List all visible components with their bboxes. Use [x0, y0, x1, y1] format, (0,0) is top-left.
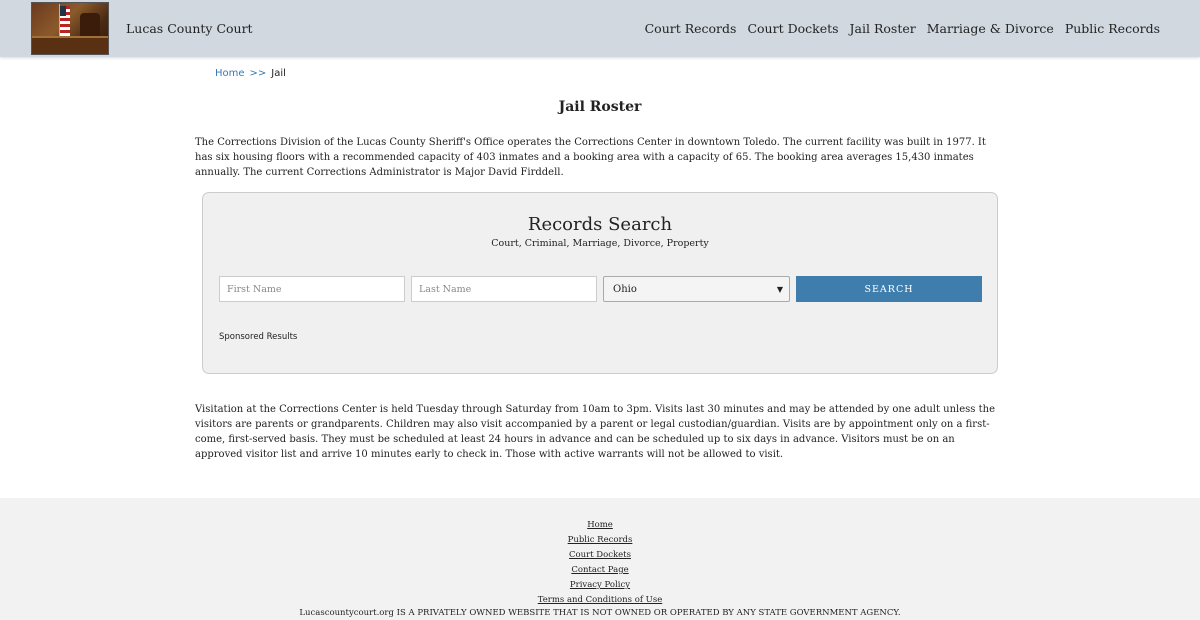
site-title[interactable]: Lucas County Court	[126, 21, 253, 36]
sponsored-results-label: Sponsored Results	[219, 332, 298, 342]
main-nav: Court Records Court Dockets Jail Roster …	[634, 0, 1160, 57]
site-footer: Home Public Records Court Dockets Contac…	[0, 498, 1200, 620]
footer-link-court-dockets[interactable]: Court Dockets	[0, 548, 1200, 563]
state-select-value: Ohio	[613, 283, 637, 295]
visitation-paragraph: Visitation at the Corrections Center is …	[195, 404, 995, 460]
footer-link-terms[interactable]: Terms and Conditions of Use	[0, 593, 1200, 608]
footer-links: Home Public Records Court Dockets Contac…	[0, 518, 1200, 608]
footer-link-public-records[interactable]: Public Records	[0, 533, 1200, 548]
breadcrumb-current: Jail	[271, 68, 286, 79]
footer-disclaimer: Lucascountycourt.org IS A PRIVATELY OWNE…	[299, 608, 901, 618]
footer-link-privacy[interactable]: Privacy Policy	[0, 578, 1200, 593]
breadcrumb: Home >> Jail	[215, 68, 286, 79]
courtroom-logo-image[interactable]	[31, 2, 109, 55]
first-name-input[interactable]	[219, 276, 405, 302]
intro-paragraph: The Corrections Division of the Lucas Co…	[195, 137, 986, 178]
footer-link-home[interactable]: Home	[0, 518, 1200, 533]
footer-link-contact[interactable]: Contact Page	[0, 563, 1200, 578]
site-header: Lucas County Court Court Records Court D…	[0, 0, 1200, 57]
search-title: Records Search	[527, 214, 673, 235]
nav-court-records[interactable]: Court Records	[645, 21, 737, 36]
breadcrumb-home-link[interactable]: Home	[215, 68, 245, 79]
search-subtitle: Court, Criminal, Marriage, Divorce, Prop…	[491, 238, 709, 249]
chevron-down-icon: ▼	[776, 285, 783, 294]
nav-public-records[interactable]: Public Records	[1065, 21, 1160, 36]
state-select[interactable]: Ohio ▼	[603, 276, 790, 302]
nav-jail-roster[interactable]: Jail Roster	[850, 21, 916, 36]
page-title: Jail Roster	[558, 99, 642, 115]
nav-court-dockets[interactable]: Court Dockets	[747, 21, 838, 36]
breadcrumb-separator: >>	[249, 68, 267, 79]
search-button[interactable]: SEARCH	[796, 276, 982, 302]
records-search-panel: Records Search Court, Criminal, Marriage…	[202, 192, 998, 374]
nav-marriage-divorce[interactable]: Marriage & Divorce	[927, 21, 1054, 36]
last-name-input[interactable]	[411, 276, 597, 302]
